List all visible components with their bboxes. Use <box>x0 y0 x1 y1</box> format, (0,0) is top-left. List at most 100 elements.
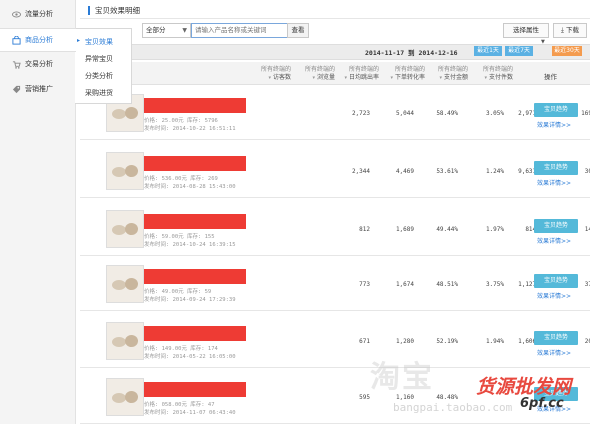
table-row: 价格: 25.00元 库存: 5796 发布时间: 2014-10-22 16:5… <box>80 86 590 140</box>
tag-icon <box>12 85 21 93</box>
sort-icon: ▾ <box>484 75 488 81</box>
page-title: 宝贝效果明细 <box>88 6 140 15</box>
watermark-url: bangpai.taobao.com <box>393 401 513 414</box>
download-label: 下载 <box>565 26 579 34</box>
cell-pageviews: 1,280 <box>395 338 414 345</box>
search-button[interactable]: 查看 <box>287 23 309 38</box>
cell-bounce: 58.49% <box>436 110 458 117</box>
effect-detail-link[interactable]: 效果详情>> <box>537 236 571 245</box>
price-stock: 价格: 59.00元 库存: 155 <box>144 234 215 240</box>
divider <box>80 18 590 19</box>
select-attributes-button[interactable]: 选择属性 <box>503 23 549 38</box>
cell-visitors: 595 <box>359 394 370 401</box>
item-trend-button[interactable]: 宝贝趋势 <box>534 331 578 345</box>
sidebar-item-product[interactable]: 商品分析 <box>0 28 76 52</box>
column-header-pay-units[interactable]: 所有终端的 ▾ 支付件数 <box>477 66 513 82</box>
product-submenu: 宝贝效果 异常宝贝 分类分析 采购进货 <box>75 28 132 104</box>
submenu-item-category[interactable]: 分类分析 <box>85 71 113 81</box>
product-thumbnail[interactable] <box>106 210 144 248</box>
sidebar-item-marketing[interactable]: 营销推广 <box>0 78 75 100</box>
period-button-1d[interactable]: 最近1天 <box>474 46 502 56</box>
bag-icon <box>12 35 21 45</box>
column-header-bounce-rate[interactable]: 所有终端的 ▾ 日均跳出率 <box>342 66 379 82</box>
cell-units: 20 <box>584 338 590 345</box>
table-row: 价格: 536.00元 库存: 269 发布时间: 2014-08-28 15:4… <box>80 144 590 198</box>
cell-pageviews: 1,674 <box>395 281 414 288</box>
product-thumbnail[interactable] <box>106 265 144 303</box>
effect-detail-link[interactable]: 效果详情>> <box>537 178 571 187</box>
cell-units: 37 <box>584 281 590 288</box>
category-select-value: 全部分 <box>146 26 166 34</box>
sort-icon: ▾ <box>390 75 394 81</box>
publish-time: 发布时间: 2014-05-22 16:05:00 <box>144 354 236 360</box>
category-select[interactable]: 全部分 ▼ <box>142 23 191 38</box>
cart-icon <box>12 60 21 69</box>
date-range[interactable]: 2014-11-17 到 2014-12-16 <box>365 47 458 57</box>
price-stock: 价格: 058.00元 库存: 47 <box>144 402 215 408</box>
sidebar-item-trade[interactable]: 交易分析 <box>0 53 75 75</box>
redacted-product-title <box>144 326 246 341</box>
chevron-down-icon: ▼ <box>182 27 187 34</box>
column-header-conversion[interactable]: 所有终端的 ▾ 下单转化率 <box>388 66 425 82</box>
sort-icon: ▾ <box>268 75 272 81</box>
product-thumbnail[interactable] <box>106 378 144 416</box>
cell-units: 14 <box>584 226 590 233</box>
price-stock: 价格: 25.00元 库存: 5796 <box>144 118 218 124</box>
cell-visitors: 2,344 <box>351 168 370 175</box>
table-header <box>80 62 590 85</box>
cell-pageviews: 4,469 <box>395 168 414 175</box>
cell-conversion: 3.05% <box>485 110 504 117</box>
submenu-item-item-effect[interactable]: 宝贝效果 <box>77 37 113 47</box>
publish-time: 发布时间: 2014-09-24 17:29:39 <box>144 297 236 303</box>
table-row: 价格: 49.00元 库存: 59 发布时间: 2014-09-24 17:29:… <box>80 257 590 311</box>
item-trend-button[interactable]: 宝贝趋势 <box>534 219 578 233</box>
period-button-7d[interactable]: 最近7天 <box>505 46 533 56</box>
search-input[interactable] <box>191 23 291 38</box>
cell-units: 169 <box>581 110 590 117</box>
submenu-item-purchase[interactable]: 采购进货 <box>85 88 113 98</box>
cell-pageviews: 1,689 <box>395 226 414 233</box>
watermark-domain: 6pf.cc <box>520 396 564 411</box>
redacted-product-title <box>144 214 246 229</box>
cell-visitors: 773 <box>359 281 370 288</box>
sidebar-item-label: 流量分析 <box>25 10 53 18</box>
sort-icon: ▾ <box>439 75 443 81</box>
publish-time: 发布时间: 2014-10-22 16:51:11 <box>144 126 236 132</box>
publish-time: 发布时间: 2014-08-28 15:43:00 <box>144 184 236 190</box>
cell-visitors: 671 <box>359 338 370 345</box>
caret-down-icon: ▼ <box>541 39 545 45</box>
cell-units: 30 <box>584 168 590 175</box>
effect-detail-link[interactable]: 效果详情>> <box>537 348 571 357</box>
redacted-product-title <box>144 156 246 171</box>
sidebar-item-traffic[interactable]: 流量分析 <box>0 3 75 25</box>
effect-detail-link[interactable]: 效果详情>> <box>537 291 571 300</box>
sort-icon: ▾ <box>344 75 348 81</box>
price-stock: 价格: 49.00元 库存: 59 <box>144 289 212 295</box>
cell-bounce: 48.51% <box>436 281 458 288</box>
redacted-product-title <box>144 98 246 113</box>
cell-visitors: 812 <box>359 226 370 233</box>
download-button[interactable]: ⤓ 下载 <box>553 23 587 38</box>
effect-detail-link[interactable]: 效果详情>> <box>537 120 571 129</box>
product-thumbnail[interactable] <box>106 322 144 360</box>
item-trend-button[interactable]: 宝贝趋势 <box>534 161 578 175</box>
cell-conversion: 1.97% <box>485 226 504 233</box>
sidebar: 流量分析 商品分析 交易分析 营销推广 <box>0 0 76 424</box>
sidebar-item-label: 交易分析 <box>25 60 53 68</box>
column-header-pageviews[interactable]: 所有终端的 ▾ 浏览量 <box>299 66 335 82</box>
item-trend-button[interactable]: 宝贝趋势 <box>534 103 578 117</box>
cell-conversion: 1.24% <box>485 168 504 175</box>
column-header-action: 操作 <box>544 73 557 81</box>
submenu-item-abnormal[interactable]: 异常宝贝 <box>85 54 113 64</box>
item-trend-button[interactable]: 宝贝趋势 <box>534 274 578 288</box>
cell-bounce: 52.19% <box>436 338 458 345</box>
column-header-visitors[interactable]: 所有终端的 ▾ 访客数 <box>255 66 291 82</box>
watermark-text: 淘宝 <box>370 360 434 395</box>
cell-bounce: 53.61% <box>436 168 458 175</box>
period-button-30d[interactable]: 最近30天 <box>552 46 582 56</box>
download-icon: ⤓ <box>561 26 564 34</box>
column-header-pay-amount[interactable]: 所有终端的 ▾ 支付金额 <box>432 66 468 82</box>
publish-time: 发布时间: 2014-11-07 06:43:40 <box>144 410 236 416</box>
table-row: 价格: 59.00元 库存: 155 发布时间: 2014-10-24 16:39… <box>80 202 590 256</box>
product-thumbnail[interactable] <box>106 152 144 190</box>
